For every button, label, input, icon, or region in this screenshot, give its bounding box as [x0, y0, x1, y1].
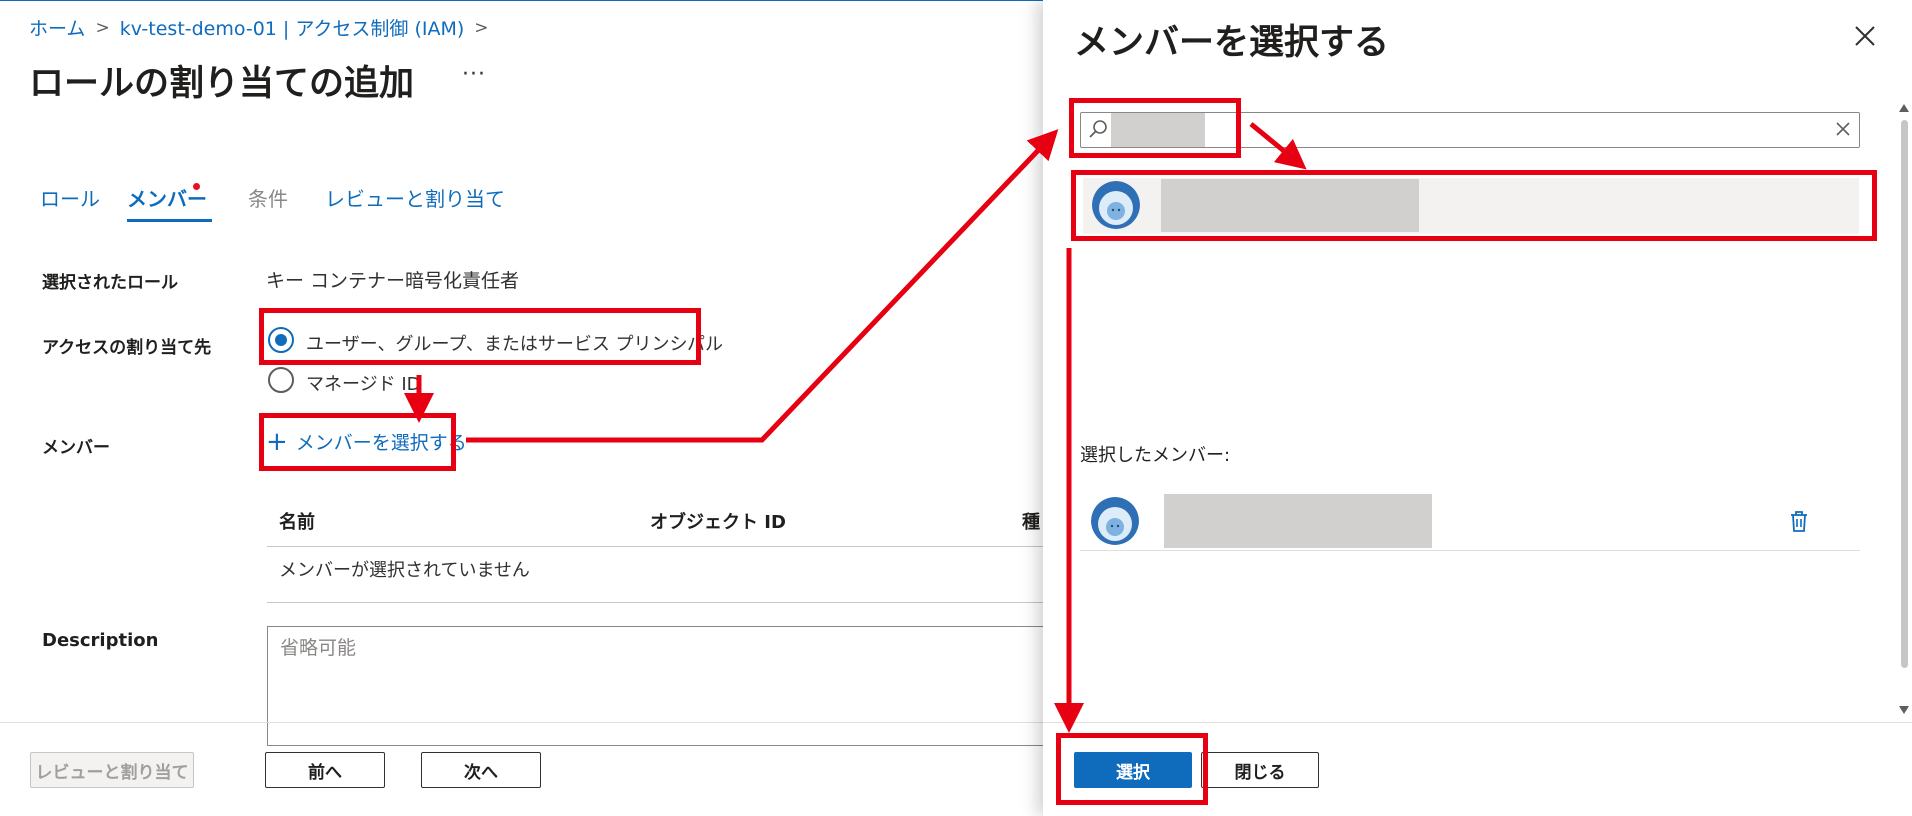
tab-conditions[interactable]: 条件	[248, 183, 288, 212]
arrow-to-search	[466, 129, 1059, 443]
selected-role-value: キー コンテナー暗号化責任者	[266, 270, 520, 292]
breadcrumb-home[interactable]: ホーム	[29, 14, 85, 41]
radio-managed-identity[interactable]	[268, 367, 294, 393]
description-label: Description	[42, 630, 159, 651]
column-header-type: 種	[1022, 512, 1040, 533]
panel-scrollbar[interactable]	[1901, 120, 1908, 668]
table-empty-message: メンバーが選択されていません	[279, 560, 530, 581]
breadcrumb: ホーム > kv-test-demo-01 | アクセス制御 (IAM) >	[29, 14, 499, 41]
description-placeholder: 省略可能	[280, 637, 357, 659]
table-bottom-divider	[267, 602, 1047, 603]
breadcrumb-separator: >	[95, 17, 110, 38]
panel-title: メンバーを選択する	[1074, 23, 1390, 63]
annotation-box-select-members	[259, 413, 456, 471]
tab-review-assign[interactable]: レビューと割り当て	[325, 183, 505, 212]
scroll-up-arrow-icon[interactable]	[1899, 104, 1909, 112]
annotation-box-select-button	[1056, 733, 1208, 805]
tab-role[interactable]: ロール	[40, 183, 100, 212]
breadcrumb-resource[interactable]: kv-test-demo-01 | アクセス制御 (IAM)	[120, 14, 465, 41]
table-header-divider	[267, 546, 1047, 547]
next-button[interactable]: 次へ	[421, 752, 541, 788]
footer-divider	[0, 722, 1045, 723]
previous-button[interactable]: 前へ	[265, 752, 385, 788]
annotation-box-search	[1069, 98, 1241, 158]
radio-managed-identity-label[interactable]: マネージド ID	[306, 370, 421, 396]
close-button[interactable]: 閉じる	[1201, 752, 1319, 788]
remove-member-trash-icon[interactable]	[1786, 508, 1812, 534]
redacted-selected-member-name	[1164, 494, 1432, 548]
more-options-button[interactable]: ···	[462, 62, 486, 87]
required-indicator-dot	[193, 183, 200, 190]
close-icon[interactable]	[1853, 24, 1877, 48]
column-header-name: 名前	[279, 512, 315, 533]
page-title: ロールの割り当ての追加	[29, 64, 415, 104]
selected-members-divider	[1080, 550, 1860, 551]
members-label: メンバー	[42, 438, 110, 458]
selected-members-label: 選択したメンバー:	[1080, 445, 1231, 466]
description-textarea[interactable]: 省略可能	[267, 626, 1047, 746]
review-assign-button[interactable]: レビューと割り当て	[30, 752, 194, 788]
annotation-box-result	[1071, 170, 1877, 241]
breadcrumb-separator: >	[474, 17, 489, 38]
column-header-object-id: オブジェクト ID	[650, 512, 786, 533]
selected-role-label: 選択されたロール	[42, 273, 178, 293]
scroll-down-arrow-icon[interactable]	[1899, 706, 1909, 714]
clear-search-icon[interactable]	[1834, 120, 1852, 138]
active-tab-underline	[127, 219, 212, 222]
assign-access-label: アクセスの割り当て先	[42, 338, 212, 358]
selected-user-avatar	[1091, 497, 1139, 545]
panel-footer-divider	[1043, 722, 1912, 723]
annotation-box-user-option	[259, 308, 701, 365]
